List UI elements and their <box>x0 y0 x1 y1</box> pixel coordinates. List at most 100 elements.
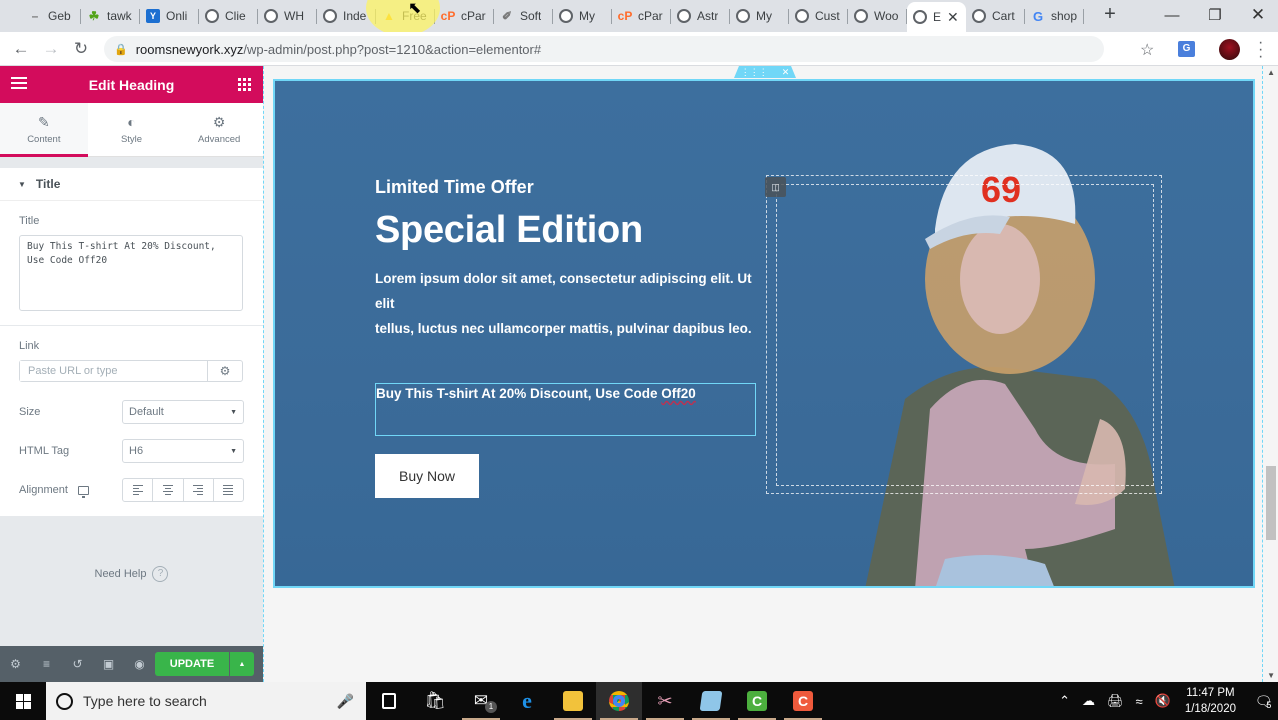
special-edition-heading[interactable]: Special Edition <box>375 209 760 252</box>
column-handle-icon[interactable]: ◫ <box>765 177 786 197</box>
store-app[interactable]: 🛍 <box>412 682 458 720</box>
history-icon[interactable]: ↺ <box>62 657 93 671</box>
body-text-line-2: tellus, luctus nec ullamcorper mattis, p… <box>375 321 752 336</box>
scroll-down-icon[interactable]: ▼ <box>1267 671 1275 680</box>
camtasia-red-app[interactable]: C <box>780 682 826 720</box>
browser-tab[interactable]: Y Onli <box>140 2 199 30</box>
reload-icon[interactable]: ↻ <box>66 39 96 59</box>
browser-tab[interactable]: ✐ Soft <box>494 2 553 30</box>
html-tag-select[interactable]: H6 ▼ <box>122 439 244 463</box>
file-explorer-app[interactable] <box>550 682 596 720</box>
back-icon[interactable]: ← <box>6 39 36 59</box>
close-window-button[interactable]: ✕ <box>1236 0 1278 30</box>
clock[interactable]: 11:47 PM 1/18/2020 <box>1185 685 1236 717</box>
align-left-button[interactable] <box>123 479 154 501</box>
browser-tab[interactable]: Inde <box>317 2 376 30</box>
maximize-button[interactable]: ❐ <box>1193 0 1237 30</box>
scrollbar-thumb[interactable] <box>1266 466 1276 540</box>
taskbar-search[interactable]: Type here to search 🎤 <box>46 682 366 720</box>
delete-section-icon[interactable]: ✕ <box>782 67 790 78</box>
align-justify-button[interactable] <box>214 479 243 501</box>
tab-advanced[interactable]: ⚙ Advanced <box>175 103 263 156</box>
browser-tab[interactable]: ▲ Free <box>376 2 435 30</box>
notepad-app[interactable] <box>688 682 734 720</box>
drag-handle-icon[interactable]: ⋮⋮⋮ <box>741 67 768 78</box>
chrome-app[interactable] <box>596 682 642 720</box>
tab-content[interactable]: ✎ Content <box>0 103 88 157</box>
wifi-icon[interactable]: ≈ <box>1136 694 1143 709</box>
browser-tab[interactable]: ☘ tawk <box>81 2 140 30</box>
link-input[interactable] <box>20 361 207 381</box>
save-options-caret-icon[interactable]: ▲ <box>230 652 254 676</box>
browser-tab[interactable]: My <box>730 2 789 30</box>
action-center-button[interactable]: 🗨 5 <box>1248 692 1278 711</box>
panel-title: Edit Heading <box>88 76 175 93</box>
translate-icon[interactable]: G <box>1178 41 1195 57</box>
canvas-scrollbar[interactable]: ▲ ▼ <box>1263 66 1278 682</box>
browser-tab[interactable]: WH <box>258 2 317 30</box>
text-column: Limited Time Offer Special Edition Lorem… <box>375 177 760 498</box>
address-bar[interactable]: 🔒 roomsnewyork.xyz/wp-admin/post.php?pos… <box>104 36 1104 62</box>
snipping-tool-app[interactable]: ✂ <box>642 682 688 720</box>
browser-tab[interactable]: Gshop <box>1025 2 1084 30</box>
free-icon: ▲ <box>383 9 395 23</box>
new-tab-button[interactable]: + <box>1098 3 1122 26</box>
browser-tab-active[interactable]: E ✕ <box>907 2 966 32</box>
onedrive-cloud-icon[interactable]: ☁ <box>1082 693 1095 709</box>
size-select[interactable]: Default ▼ <box>122 400 244 424</box>
hero-section[interactable]: 69 ◫ Limited Time Offer Special Edition … <box>273 79 1255 588</box>
show-hidden-icons-chevron[interactable]: ⌃ <box>1059 693 1070 709</box>
microphone-icon[interactable]: 🎤 <box>337 693 354 710</box>
buy-now-button[interactable]: Buy Now <box>375 454 479 498</box>
browser-tab[interactable]: – Geb <box>22 2 81 30</box>
volume-muted-icon[interactable]: 🔇 <box>1155 693 1171 709</box>
settings-gear-icon[interactable]: ⚙ <box>0 657 31 671</box>
alignment-label: Alignment <box>19 484 68 496</box>
link-options-gear-icon[interactable]: ⚙ <box>207 361 242 381</box>
body-text-line-1: Lorem ipsum dolor sit amet, consectetur … <box>375 271 752 311</box>
controls-bottom <box>19 502 244 516</box>
discount-heading-widget[interactable]: Buy This T-shirt At 20% Discount, Use Co… <box>375 383 756 436</box>
minimize-button[interactable]: — <box>1150 0 1194 30</box>
update-button[interactable]: UPDATE <box>155 652 229 676</box>
desktop-responsive-icon[interactable] <box>77 485 89 498</box>
bookmark-star-icon[interactable]: ☆ <box>1140 40 1154 60</box>
align-right-button[interactable] <box>184 479 214 501</box>
browser-tab[interactable]: cP cPar <box>612 2 671 30</box>
task-view-button[interactable] <box>366 682 412 720</box>
body-text[interactable]: Lorem ipsum dolor sit amet, consectetur … <box>375 266 760 341</box>
camtasia-green-app[interactable]: C <box>734 682 780 720</box>
forward-icon[interactable]: → <box>36 39 66 59</box>
offer-heading[interactable]: Limited Time Offer <box>375 177 760 198</box>
section-handle[interactable]: ⋮⋮⋮ ✕ <box>734 66 796 78</box>
browser-tab[interactable]: Cart <box>966 2 1025 30</box>
google-icon: G <box>1032 8 1044 24</box>
mail-app[interactable]: ✉ 1 <box>458 682 504 720</box>
widgets-grid-icon[interactable] <box>238 78 251 91</box>
browser-tab[interactable]: cP cPar <box>435 2 494 30</box>
close-tab-icon[interactable]: ✕ <box>947 9 959 26</box>
preview-eye-icon[interactable]: ◉ <box>124 657 155 671</box>
navigator-layers-icon[interactable]: ≡ <box>31 657 62 671</box>
align-center-button[interactable] <box>153 479 184 501</box>
hamburger-menu-icon[interactable] <box>11 77 27 91</box>
need-help-link[interactable]: Need Help ? <box>0 566 263 582</box>
scroll-up-icon[interactable]: ▲ <box>1267 68 1275 77</box>
browser-tab[interactable]: Clie <box>199 2 258 30</box>
globe-icon <box>264 9 278 23</box>
dash-icon: – <box>31 9 39 23</box>
browser-tab[interactable]: My <box>553 2 612 30</box>
chrome-icon <box>609 691 629 711</box>
title-textarea[interactable]: Buy This T-shirt At 20% Discount, Use Co… <box>19 235 243 311</box>
responsive-mode-icon[interactable]: ▣ <box>93 657 124 671</box>
chrome-menu-icon[interactable]: · · · <box>1258 35 1263 65</box>
start-button[interactable] <box>0 682 46 720</box>
browser-tab[interactable]: Astr <box>671 2 730 30</box>
network-battery-icon[interactable]: 🖨 <box>1107 693 1124 709</box>
browser-tab[interactable]: Woo <box>848 2 907 30</box>
browser-tab[interactable]: Cust <box>789 2 848 30</box>
edge-app[interactable]: e <box>504 682 550 720</box>
tab-style[interactable]: ◐ Style <box>88 103 176 156</box>
section-title-toggle[interactable]: ▼ Title <box>0 168 263 201</box>
profile-avatar[interactable] <box>1219 39 1240 60</box>
